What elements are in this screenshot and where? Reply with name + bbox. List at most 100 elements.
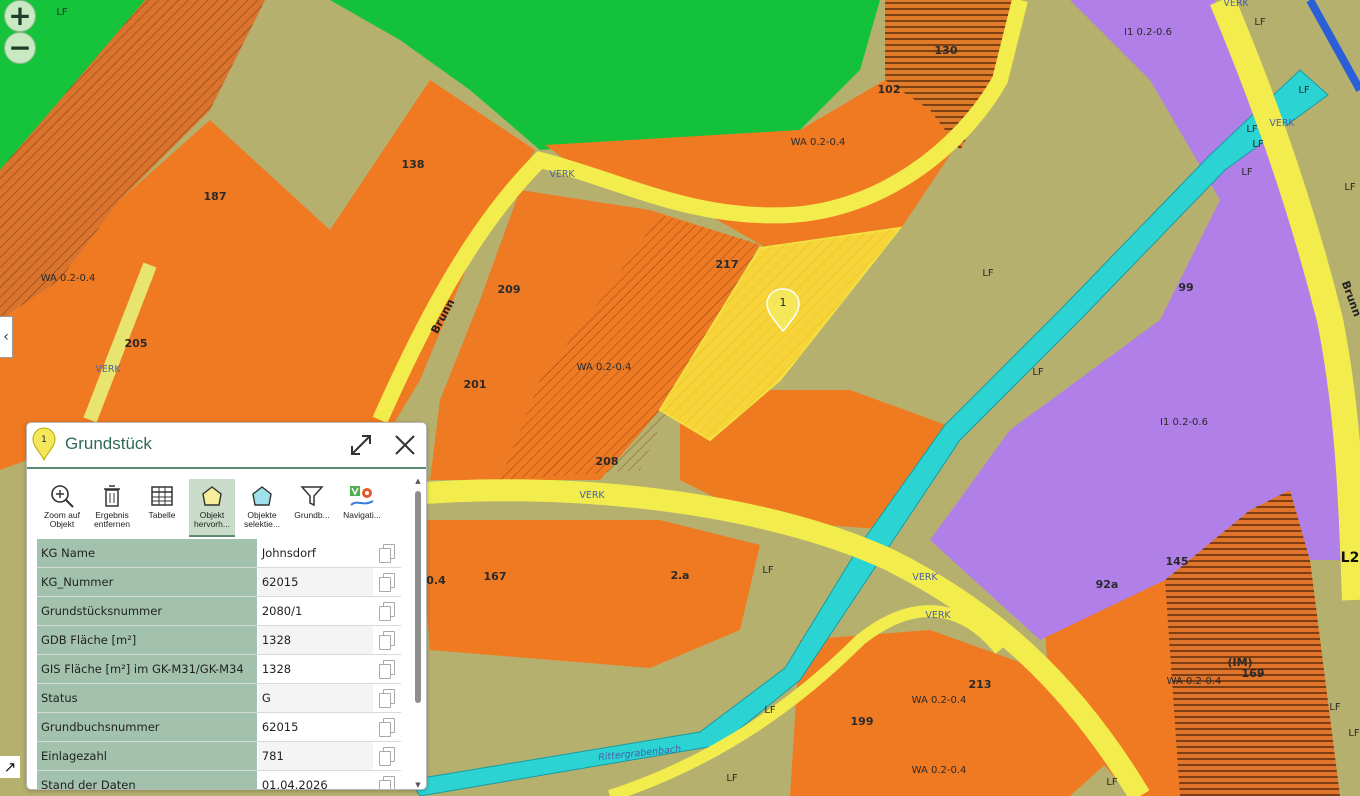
- attribute-key: KG_Nummer: [37, 567, 258, 597]
- attribute-value: 1328: [257, 654, 373, 684]
- copy-button[interactable]: [372, 596, 401, 626]
- copy-button[interactable]: [372, 770, 401, 789]
- map-label-wa-bottom2: WA 0.2-0.4: [912, 765, 967, 776]
- attribute-value: G: [257, 683, 373, 713]
- remove-result-button[interactable]: Ergebnis entfernen: [89, 479, 135, 535]
- map-label-p187: 187: [204, 190, 227, 203]
- tool-label: Zoom auf Objekt: [44, 510, 80, 529]
- attribute-value: 1328: [257, 625, 373, 655]
- minus-icon: −: [8, 31, 32, 64]
- copy-icon: [378, 602, 395, 621]
- map-label-lf-b1: LF: [762, 565, 774, 576]
- attribute-row: Status G: [37, 683, 401, 713]
- tool-label: Objekt hervorh...: [194, 510, 230, 529]
- maximize-icon[interactable]: [348, 432, 374, 458]
- attribute-key: GDB Fläche [m²]: [37, 625, 258, 655]
- attribute-row: Grundbuchsnummer 62015: [37, 712, 401, 742]
- attribute-row: GIS Fläche [m²] im GK-M31/GK-M34 1328: [37, 654, 401, 684]
- side-panel-toggle[interactable]: ‹: [0, 316, 13, 358]
- marker-number-label: 1: [780, 296, 787, 309]
- map-label-lf-blue4: LF: [1241, 167, 1253, 178]
- attribute-key: KG Name: [37, 539, 258, 568]
- marker-number: 1: [41, 435, 47, 445]
- copy-icon: [378, 776, 395, 789]
- zoom-to-object-button[interactable]: Zoom auf Objekt: [39, 479, 85, 535]
- attribute-key: Stand der Daten: [37, 770, 258, 789]
- map-label-wa-mid: WA 0.2-0.4: [577, 362, 632, 373]
- attribute-value: Johnsdorf: [257, 539, 373, 568]
- tool-label: Objekte selektie...: [244, 510, 280, 529]
- map-label-lf-b3: LF: [726, 773, 738, 784]
- map-label-im: (IM): [1227, 656, 1252, 669]
- navigation-icon: [350, 486, 374, 506]
- map-label-lf-blue1: LF: [1298, 85, 1310, 96]
- zoom-out-button[interactable]: −: [4, 32, 36, 64]
- popup-scrollbar[interactable]: ▲ ▼: [414, 477, 422, 789]
- map-label-lf-r1: LF: [1254, 17, 1266, 28]
- attribute-row: KG Name Johnsdorf: [37, 539, 401, 568]
- map-label-lf-stream: LF: [1032, 367, 1044, 378]
- scroll-up-icon[interactable]: ▲: [414, 477, 422, 485]
- attribute-value: 781: [257, 741, 373, 771]
- copy-icon: [378, 631, 395, 650]
- map-label-wa-left: WA 0.2-0.4: [41, 273, 96, 284]
- navigation-button[interactable]: Navigati...: [339, 479, 385, 535]
- popup-header: 1 Grundstück: [27, 423, 426, 469]
- map-label-lf-b2: LF: [764, 705, 776, 716]
- map-label-lf-b4: LF: [1106, 777, 1118, 788]
- map-label-wa-upper: WA 0.2-0.4: [791, 137, 846, 148]
- close-icon[interactable]: [392, 432, 418, 458]
- map-label-lf-r3: LF: [1329, 702, 1341, 713]
- map-label-wa-right: WA 0.2-0.4: [1167, 676, 1222, 687]
- map-label-verk5: VERK: [925, 610, 951, 621]
- map-label-lf-blue2: LF: [1246, 124, 1258, 135]
- filter-icon: [300, 486, 324, 507]
- copy-button[interactable]: [372, 654, 401, 684]
- tool-label: Grundb...: [294, 510, 330, 520]
- attribute-value: 62015: [257, 712, 373, 742]
- attribute-row: GDB Fläche [m²] 1328: [37, 625, 401, 655]
- highlight-object-icon: [202, 486, 222, 506]
- copy-icon: [378, 660, 395, 679]
- attribute-value: 01.04.2026: [257, 770, 373, 789]
- map-label-l2: L2: [1341, 550, 1360, 566]
- zoom-in-button[interactable]: +: [4, 0, 36, 32]
- map-label-p130: 130: [935, 44, 958, 57]
- attribute-value: 2080/1: [257, 596, 373, 626]
- copy-button[interactable]: [372, 712, 401, 742]
- table-icon: [151, 486, 173, 506]
- map-label-verk1: VERK: [549, 169, 575, 180]
- attribute-key: GIS Fläche [m²] im GK-M31/GK-M34: [37, 654, 258, 684]
- map-label-lf-blue3: LF: [1252, 139, 1264, 150]
- copy-button[interactable]: [372, 683, 401, 713]
- copy-button[interactable]: [372, 625, 401, 655]
- scroll-thumb[interactable]: [415, 491, 421, 703]
- copy-button[interactable]: [372, 741, 401, 771]
- map-label-i1-top: I1 0.2-0.6: [1124, 27, 1172, 38]
- table-button[interactable]: Tabelle: [139, 479, 185, 535]
- attribute-key: Einlagezahl: [37, 741, 258, 771]
- land-register-button[interactable]: Grundb...: [289, 479, 335, 535]
- map-label-i1-mid: I1 0.2-0.6: [1160, 417, 1208, 428]
- scroll-down-icon[interactable]: ▼: [414, 781, 422, 789]
- map-label-p199: 199: [851, 715, 874, 728]
- expand-map-button[interactable]: ↗: [0, 756, 20, 778]
- map-label-p208: 208: [596, 455, 619, 468]
- map-label-p205: 205: [125, 337, 148, 350]
- popup-title: Grundstück: [65, 434, 152, 453]
- map-label-verk6: VERK: [1269, 118, 1295, 129]
- highlight-object-button[interactable]: Objekt hervorh...: [189, 479, 235, 537]
- attribute-key: Grundbuchsnummer: [37, 712, 258, 742]
- map-label-lf-c1: LF: [1348, 728, 1360, 739]
- trash-icon: [104, 485, 120, 507]
- select-objects-button[interactable]: Objekte selektie...: [239, 479, 285, 535]
- copy-button[interactable]: [372, 567, 401, 597]
- map-label-lf-field: LF: [982, 268, 994, 279]
- map-label-p201: 201: [464, 378, 487, 391]
- tool-label: Navigati...: [343, 510, 381, 520]
- copy-icon: [378, 718, 395, 737]
- map-label-lf-topleft: LF: [56, 7, 68, 18]
- attribute-row: KG_Nummer 62015: [37, 567, 401, 597]
- map-label-p99: 99: [1178, 281, 1193, 294]
- copy-button[interactable]: [372, 539, 401, 568]
